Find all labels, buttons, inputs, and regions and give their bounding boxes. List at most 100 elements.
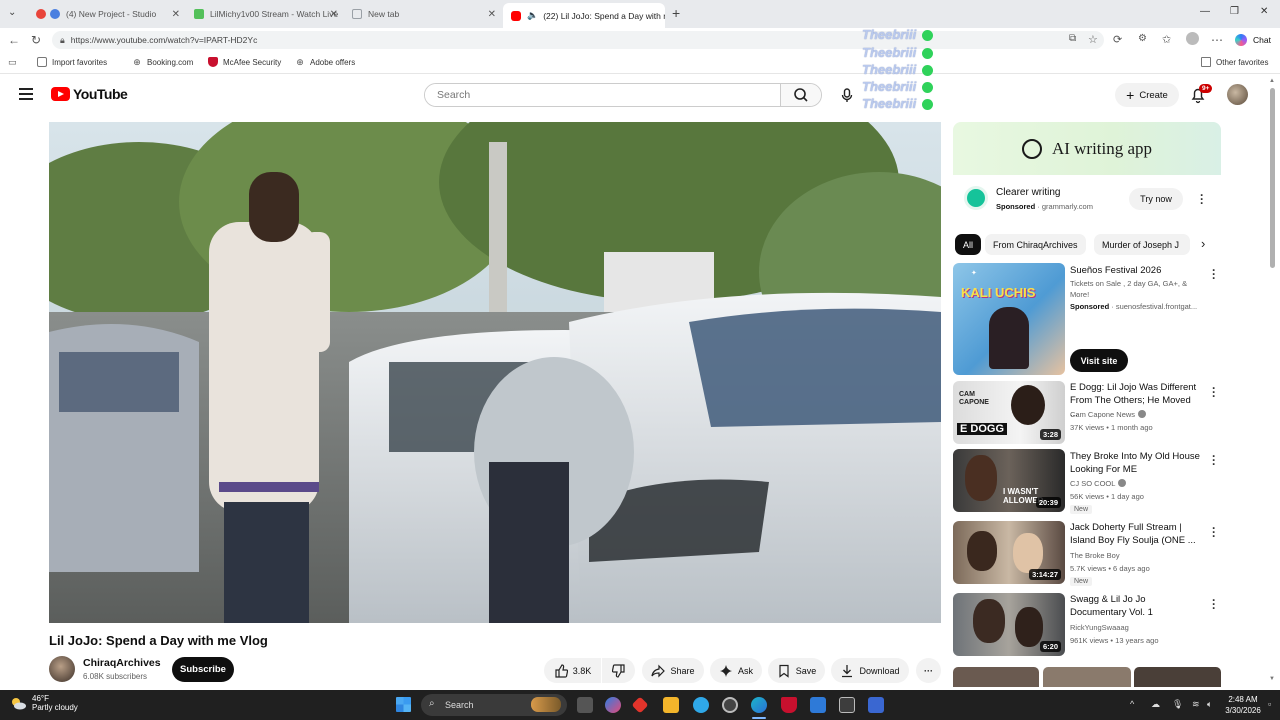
task-view-icon[interactable] — [577, 697, 593, 713]
create-button[interactable]: + Create — [1115, 83, 1179, 107]
recommendation-channel[interactable]: Cam Capone News — [1070, 410, 1147, 419]
store-icon[interactable] — [839, 697, 855, 713]
taskbar-search-box[interactable]: ⌕ Search — [421, 694, 567, 716]
like-button[interactable]: 3.8K — [544, 658, 601, 683]
refresh-icon[interactable]: ↻ — [31, 33, 41, 47]
tab-new-tab[interactable]: New tab ✕ — [344, 3, 502, 25]
sidebar-toggle-icon[interactable]: ▭ — [8, 57, 17, 68]
recommendation-title[interactable]: Jack Doherty Full Stream | Island Boy Fl… — [1070, 521, 1200, 547]
recommendation-title[interactable]: They Broke Into My Old House Looking For… — [1070, 450, 1200, 476]
other-favorites[interactable]: Other favorites — [1201, 57, 1268, 67]
close-tab-icon[interactable]: ✕ — [172, 9, 180, 20]
tab-youtube-active[interactable]: 🔈 (22) Lil JoJo: Spend a Day with me — [503, 3, 665, 28]
recommendation-title[interactable]: Swagg & Lil Jo Jo Documentary Vol. 1 — [1070, 593, 1200, 619]
next-thumbnail-partial[interactable] — [1043, 667, 1131, 687]
recommendation-more-icon[interactable]: · · · — [1211, 382, 1217, 402]
wifi-icon[interactable]: ≋ — [1192, 699, 1200, 710]
dislike-button[interactable] — [602, 658, 635, 683]
scrollbar-thumb[interactable] — [1270, 88, 1275, 268]
recommendation-channel[interactable]: CJ SO COOL — [1070, 479, 1127, 488]
channel-avatar[interactable] — [49, 656, 75, 682]
share-button[interactable]: Share — [642, 658, 704, 683]
recommendation-thumbnail[interactable]: 3:14:27 — [953, 521, 1065, 584]
recommendation-more-icon[interactable]: · · · — [1211, 522, 1217, 542]
minimize-icon[interactable]: — — [1200, 6, 1210, 17]
download-button[interactable]: Download — [831, 658, 909, 683]
tab-list-chevron-icon[interactable]: ⌄ — [8, 7, 16, 18]
favorite-adobe[interactable]: ⊕ Adobe offers — [295, 57, 355, 67]
ad-banner[interactable]: AI writing app — [953, 122, 1221, 175]
visit-site-button[interactable]: Visit site — [1070, 349, 1128, 372]
edge-icon[interactable] — [751, 697, 767, 713]
app-red-icon[interactable] — [631, 696, 649, 714]
mail-icon[interactable] — [810, 697, 826, 713]
restore-icon[interactable]: ❐ — [1230, 6, 1239, 17]
tray-chevron-icon[interactable]: ^ — [1130, 699, 1134, 709]
copilot-taskbar-icon[interactable] — [605, 697, 621, 713]
volume-icon[interactable]: 🔈︎ — [1207, 699, 1212, 710]
chip-scroll-right-icon[interactable]: › — [1201, 236, 1205, 251]
close-tab-icon[interactable]: ✕ — [488, 9, 496, 20]
scroll-down-arrow-icon[interactable]: ▼ — [1269, 676, 1275, 682]
tab-stream[interactable]: LilMichy1v00 Stream - Watch Live ✕ — [186, 3, 344, 25]
chat-label[interactable]: Chat — [1253, 35, 1271, 45]
ask-button[interactable]: Ask — [710, 658, 762, 683]
try-now-button[interactable]: Try now — [1129, 188, 1183, 210]
profile-avatar-icon[interactable] — [1186, 32, 1199, 45]
notification-center-icon[interactable]: ▫ — [1268, 699, 1271, 709]
chip-all[interactable]: All — [955, 234, 982, 255]
tab-studio[interactable]: (4) New Project - Studio ✕ — [28, 3, 186, 25]
new-tab-plus-icon[interactable]: + — [672, 5, 680, 21]
scroll-up-arrow-icon[interactable]: ▲ — [1269, 78, 1275, 84]
favorite-booking[interactable]: ⊕ Booking.com — [132, 57, 193, 67]
recommendation-thumbnail[interactable]: CAM CAPONE E DOGG 3:28 — [953, 381, 1065, 444]
search-box[interactable] — [424, 83, 822, 107]
system-clock[interactable]: 2:48 AM 3/30/2026 — [1222, 694, 1264, 716]
url-field[interactable]: 🔒︎ https://www.youtube.com/watch?v=IPART… — [52, 31, 1104, 49]
next-thumbnail-partial[interactable] — [1134, 667, 1221, 687]
favorites-list-icon[interactable]: ✩ — [1162, 33, 1171, 46]
recommendation-title[interactable]: Sueños Festival 2026 — [1070, 264, 1200, 277]
recommendation-thumbnail[interactable]: 6:20 — [953, 593, 1065, 656]
recommendation-channel[interactable]: RickYungSwaaag — [1070, 623, 1129, 632]
weather-widget[interactable]: 46°F Partly cloudy — [10, 694, 78, 712]
recommendation-channel[interactable]: The Broke Boy — [1070, 551, 1120, 560]
recommendation-more-icon[interactable]: · · · — [1211, 450, 1217, 470]
app-available-icon[interactable]: ⧉ — [1069, 33, 1076, 44]
windows-start-icon[interactable] — [396, 697, 411, 712]
tray-mic-icon[interactable]: 🎙︎ — [1172, 699, 1183, 710]
recommendation-thumbnail[interactable]: ✦ KALI UCHIS — [953, 263, 1065, 375]
account-avatar[interactable] — [1227, 84, 1248, 105]
hamburger-menu-icon[interactable] — [19, 88, 33, 100]
subscribe-button[interactable]: Subscribe — [172, 657, 234, 682]
favorite-mcafee[interactable]: McAfee Security — [208, 57, 281, 67]
save-button[interactable]: Save — [768, 658, 825, 683]
favorite-import[interactable]: Import favorites — [37, 57, 107, 67]
sponsored-ad-card[interactable]: AI writing app Clearer writing Sponsored… — [953, 122, 1221, 220]
tray-cloud-icon[interactable]: ☁ — [1151, 699, 1160, 710]
more-actions-button[interactable]: ··· — [916, 658, 941, 683]
recommendation-more-icon[interactable]: · · · — [1211, 594, 1217, 614]
back-arrow-icon[interactable]: ← — [8, 33, 20, 47]
split-screen-icon[interactable]: ⚙ — [1138, 33, 1147, 44]
favorite-star-icon[interactable]: ☆ — [1088, 33, 1098, 46]
file-explorer-icon[interactable] — [663, 697, 679, 713]
youtube-logo[interactable]: YouTube — [51, 86, 128, 102]
close-tab-icon[interactable]: ✕ — [330, 9, 338, 20]
ad-more-options-icon[interactable]: · · · — [1199, 189, 1205, 209]
extensions-icon[interactable]: ⟳ — [1113, 33, 1122, 46]
search-button[interactable] — [780, 84, 821, 106]
chrome-icon[interactable] — [722, 697, 738, 713]
mcafee-taskbar-icon[interactable] — [781, 697, 797, 713]
search-input[interactable] — [425, 84, 781, 106]
voice-search-button[interactable] — [836, 83, 858, 107]
copilot-icon[interactable] — [1235, 34, 1247, 46]
recommendation-more-icon[interactable]: · · · — [1211, 264, 1217, 284]
recommendation-thumbnail[interactable]: I WASN'T ALLOWED 20:39 — [953, 449, 1065, 512]
chip-murder-of-joseph[interactable]: Murder of Joseph J — [1094, 234, 1190, 255]
app-figure-icon[interactable] — [868, 697, 884, 713]
close-window-icon[interactable]: ✕ — [1260, 6, 1268, 17]
chip-from-channel[interactable]: From ChiraqArchives — [985, 234, 1086, 255]
video-player[interactable] — [49, 122, 941, 623]
app-blue-icon[interactable] — [693, 697, 709, 713]
